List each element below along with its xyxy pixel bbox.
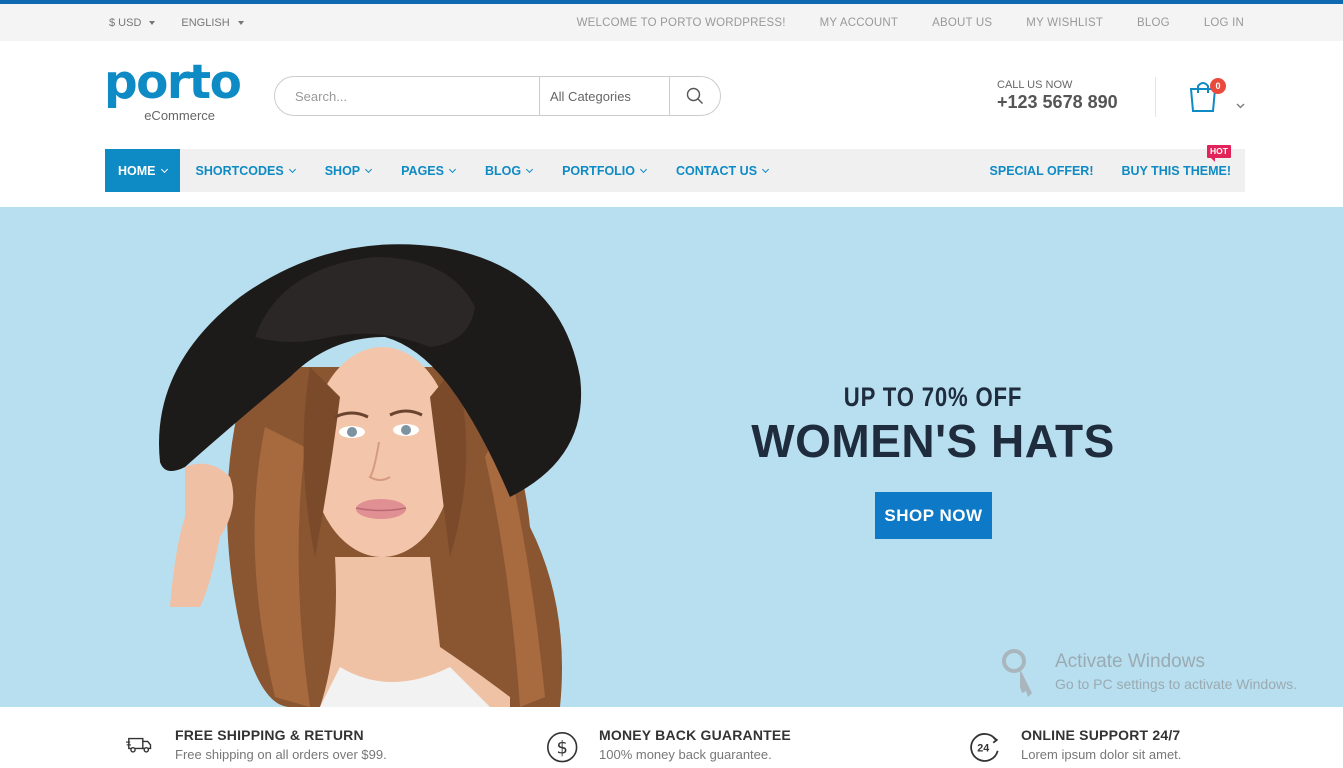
- watermark-title: Activate Windows: [1055, 651, 1205, 672]
- chevron-down-icon: [160, 165, 168, 173]
- svg-text:$: $: [556, 738, 567, 759]
- nav-item-portfolio[interactable]: PORTFOLIO: [546, 149, 660, 192]
- feature-title: FREE SHIPPING & RETURN: [175, 727, 364, 743]
- logo-word: porto: [104, 55, 242, 110]
- chevron-down-icon: [526, 165, 534, 173]
- top-bar: $ USD ENGLISH WELCOME TO PORTO WORDPRESS…: [0, 4, 1343, 41]
- nav-label: CONTACT US: [676, 163, 758, 178]
- my-account-link[interactable]: MY ACCOUNT: [820, 17, 898, 29]
- key-icon: [1002, 649, 1032, 697]
- special-offer-link[interactable]: SPECIAL OFFER!: [976, 149, 1108, 192]
- my-wishlist-link[interactable]: MY WISHLIST: [1026, 17, 1103, 29]
- search-input[interactable]: [275, 77, 539, 115]
- feature-description: Lorem ipsum dolor sit amet.: [1021, 747, 1182, 762]
- hero-subtitle: UP TO 70% OFF: [843, 382, 1023, 412]
- chevron-down-icon: [639, 165, 648, 173]
- header: porto eCommerce All Categories CALL US N…: [0, 41, 1343, 149]
- nav-item-shortcodes[interactable]: SHORTCODES: [180, 149, 309, 192]
- chevron-down-icon: [761, 165, 770, 173]
- feature-description: Free shipping on all orders over $99.: [175, 747, 387, 762]
- category-select[interactable]: All Categories: [539, 77, 669, 115]
- top-bar-links: WELCOME TO PORTO WORDPRESS! MY ACCOUNT A…: [577, 4, 1244, 41]
- nav-label: BLOG: [484, 163, 522, 178]
- model-with-hat-image: [159, 244, 582, 707]
- feature-title: ONLINE SUPPORT 24/7: [1021, 727, 1181, 743]
- svg-text:24: 24: [977, 743, 989, 755]
- feature-title: MONEY BACK GUARANTEE: [599, 727, 791, 743]
- nav-label: SHORTCODES: [195, 163, 284, 178]
- nav-item-home[interactable]: HOME: [105, 149, 180, 192]
- phone-number[interactable]: +123 5678 890: [997, 92, 1118, 113]
- language-switcher[interactable]: ENGLISH: [181, 16, 244, 29]
- call-us: CALL US NOW +123 5678 890: [997, 79, 1118, 113]
- blog-link[interactable]: BLOG: [1137, 17, 1170, 29]
- truck-icon: [126, 737, 152, 753]
- currency-label: $ USD: [109, 16, 142, 29]
- nav-label: PORTFOLIO: [562, 163, 636, 178]
- search-icon: [686, 87, 703, 104]
- logo-subtitle: eCommerce: [144, 108, 215, 123]
- currency-switcher[interactable]: $ USD: [109, 16, 156, 29]
- hero-title: WOMEN'S HATS: [751, 415, 1115, 467]
- logo[interactable]: porto eCommerce: [104, 59, 242, 123]
- main-nav: HOME SHORTCODES SHOP PAGES BLOG PORTFOLI…: [105, 149, 1245, 192]
- shop-now-button[interactable]: SHOP NOW: [875, 492, 992, 539]
- language-label: ENGLISH: [181, 16, 230, 29]
- welcome-text: WELCOME TO PORTO WORDPRESS!: [576, 16, 786, 29]
- nav-label: PAGES: [401, 163, 444, 178]
- support-24-icon: 24: [970, 733, 999, 762]
- caret-down-icon: [149, 20, 156, 25]
- chevron-down-icon: [365, 165, 373, 173]
- about-us-link[interactable]: ABOUT US: [932, 17, 992, 29]
- features-bar: FREE SHIPPING & RETURN Free shipping on …: [0, 707, 1343, 768]
- nav-item-pages[interactable]: PAGES: [385, 149, 469, 192]
- top-bar-switchers: $ USD ENGLISH: [109, 4, 244, 41]
- search-button[interactable]: [669, 77, 719, 115]
- search-bar: All Categories: [274, 76, 721, 116]
- windows-activation-watermark: Activate Windows Go to PC settings to ac…: [1000, 647, 1330, 702]
- hot-badge: HOT: [1207, 145, 1231, 162]
- watermark-subtitle: Go to PC settings to activate Windows.: [1055, 676, 1297, 692]
- hero-banner: UP TO 70% OFF WOMEN'S HATS SHOP NOW Acti…: [0, 207, 1343, 707]
- nav-item-blog[interactable]: BLOG: [469, 149, 546, 192]
- chevron-down-icon[interactable]: [1236, 96, 1245, 114]
- nav-item-shop[interactable]: SHOP: [309, 149, 385, 192]
- nav-label: HOME: [118, 163, 156, 178]
- nav-label: SHOP: [324, 163, 361, 178]
- chevron-down-icon: [448, 165, 457, 173]
- caret-down-icon: [237, 20, 244, 25]
- chevron-down-icon: [288, 165, 296, 173]
- nav-item-contact-us[interactable]: CONTACT US: [660, 149, 782, 192]
- header-divider: [1155, 77, 1156, 117]
- dollar-icon: $: [546, 731, 578, 763]
- call-us-label: CALL US NOW: [997, 79, 1073, 91]
- feature-description: 100% money back guarantee.: [599, 747, 772, 762]
- log-in-link[interactable]: LOG IN: [1204, 17, 1244, 29]
- cart-count-badge: 0: [1210, 78, 1226, 94]
